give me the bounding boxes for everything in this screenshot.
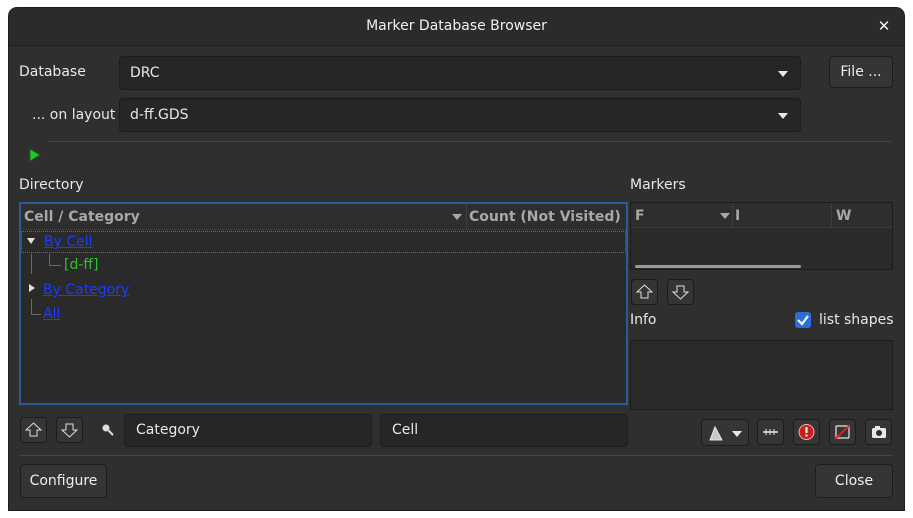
- horizontal-scrollbar[interactable]: [635, 265, 801, 268]
- markers-label: Markers: [630, 177, 686, 193]
- file-button[interactable]: File ...: [829, 56, 893, 88]
- tree-item-all[interactable]: All: [43, 306, 60, 322]
- marker-database-browser-window: Marker Database Browser ✕ Database DRC F…: [9, 8, 904, 510]
- markers-header: F I W: [631, 203, 892, 228]
- sort-down-icon: [720, 213, 730, 219]
- category-filter-input[interactable]: Category: [124, 414, 372, 447]
- column-count[interactable]: Count (Not Visited): [469, 209, 621, 225]
- sort-down-icon: [452, 214, 462, 220]
- layout-select-value: d-ff.GDS: [130, 107, 189, 123]
- tree-item-cell[interactable]: [d-ff]: [64, 257, 99, 273]
- layout-label: ... on layout: [32, 107, 116, 123]
- tree-line: [49, 265, 61, 266]
- tree-line: [31, 254, 32, 274]
- hide-icon: [834, 424, 851, 440]
- hide-button[interactable]: [829, 419, 856, 445]
- flag-button[interactable]: [793, 419, 820, 445]
- flag-icon: [798, 424, 815, 440]
- tree-header: Cell / Category Count (Not Visited): [21, 204, 626, 230]
- tree-row-by-cell[interactable]: By Cell: [21, 231, 626, 253]
- collapsed-arrow-icon[interactable]: [29, 284, 35, 292]
- marker-down-button[interactable]: [667, 279, 694, 305]
- close-icon[interactable]: ✕: [874, 16, 894, 36]
- snapshot-icon: [872, 426, 886, 438]
- directory-tree[interactable]: Cell / Category Count (Not Visited) By C…: [19, 202, 628, 405]
- column-cell-category[interactable]: Cell / Category: [24, 209, 140, 225]
- cell-filter-value: Cell: [392, 422, 419, 438]
- separator: [19, 455, 893, 456]
- marker-line-icon: [763, 429, 778, 435]
- tree-item-by-cell[interactable]: By Cell: [44, 234, 93, 250]
- run-icon[interactable]: [28, 148, 42, 162]
- marker-up-button[interactable]: [631, 279, 658, 305]
- up-arrow-icon: [24, 422, 43, 437]
- column-f[interactable]: F: [635, 208, 645, 224]
- expanded-arrow-icon[interactable]: [27, 238, 35, 244]
- tree-item-by-category[interactable]: By Category: [43, 282, 129, 298]
- column-i[interactable]: I: [735, 208, 740, 224]
- list-shapes-label[interactable]: list shapes: [819, 312, 894, 328]
- separator: [49, 141, 891, 142]
- database-select[interactable]: DRC: [119, 56, 801, 90]
- directory-down-button[interactable]: [56, 417, 83, 443]
- column-divider: [732, 203, 733, 227]
- chevron-down-icon: [778, 113, 788, 119]
- layout-select[interactable]: d-ff.GDS: [119, 98, 801, 132]
- database-select-value: DRC: [130, 65, 160, 81]
- down-arrow-icon: [60, 423, 79, 438]
- up-arrow-icon: [635, 284, 654, 299]
- info-label: Info: [630, 312, 657, 328]
- title-bar: Marker Database Browser ✕: [9, 8, 904, 46]
- snapshot-button[interactable]: [865, 419, 892, 445]
- marker-color-dropdown[interactable]: [701, 419, 749, 446]
- info-panel: [630, 340, 893, 410]
- column-w[interactable]: W: [836, 208, 851, 224]
- tree-line: [31, 299, 32, 314]
- list-shapes-checkbox[interactable]: [795, 312, 811, 328]
- column-divider: [466, 204, 467, 229]
- window-title: Marker Database Browser: [366, 18, 547, 34]
- close-button[interactable]: Close: [815, 464, 893, 498]
- configure-button[interactable]: Configure: [20, 464, 107, 498]
- directory-up-button[interactable]: [20, 417, 47, 443]
- chevron-down-icon: [778, 71, 788, 77]
- markers-table[interactable]: F I W: [630, 202, 893, 270]
- category-filter-value: Category: [136, 422, 200, 438]
- search-icon: [102, 424, 114, 436]
- marker-color-icon: [709, 425, 723, 441]
- database-label: Database: [19, 64, 86, 80]
- marker-line-button[interactable]: [757, 419, 784, 445]
- tree-line: [31, 314, 41, 315]
- cell-filter-input[interactable]: Cell: [380, 414, 628, 447]
- check-icon: [797, 315, 809, 326]
- directory-label: Directory: [19, 177, 84, 193]
- down-arrow-icon: [671, 285, 690, 300]
- chevron-down-icon: [732, 431, 742, 437]
- tree-line: [49, 254, 50, 265]
- column-divider: [831, 203, 832, 227]
